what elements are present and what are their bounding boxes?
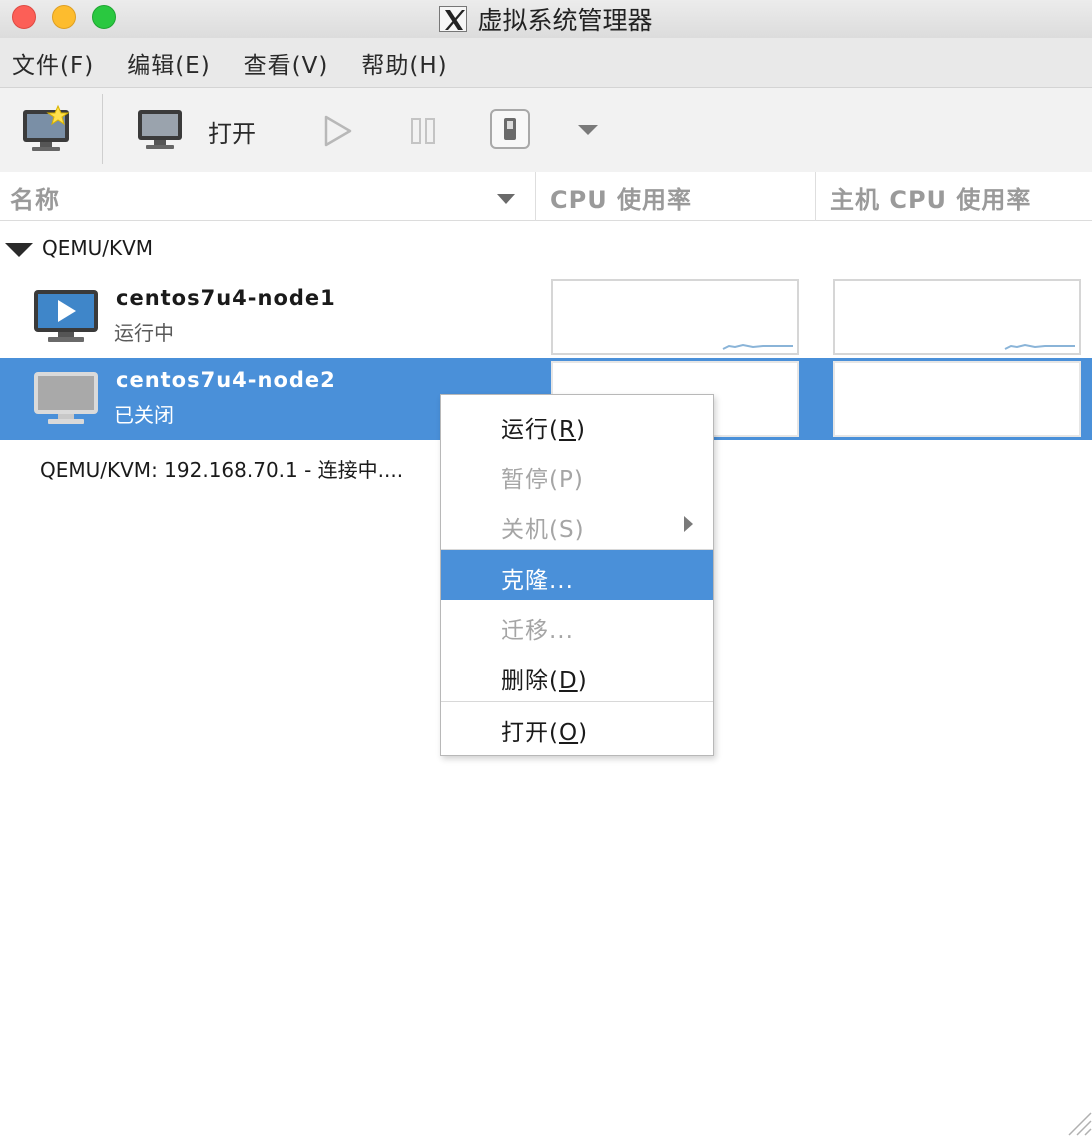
menu-item-migrate-label: 迁移... [501,618,574,644]
menu-item-shutdown[interactable]: 关机(S) [441,499,713,549]
vm-name: centos7u4-node2 [116,368,336,392]
menu-item-run[interactable]: 运行(R) [441,399,713,449]
run-button[interactable] [320,114,354,152]
menu-help[interactable]: 帮助(H) [361,46,447,80]
running-vm-icon [32,288,100,348]
menu-item-pause-mnemonic: P [558,467,574,493]
menu-item-open-label: 打开( [501,720,559,746]
menu-bar: 文件(F) 编辑(E) 查看(V) 帮助(H) [0,38,1092,88]
menu-item-shutdown-suffix: ) [574,517,585,543]
submenu-arrow-icon [684,516,693,532]
resize-grip-icon[interactable] [1064,1108,1092,1136]
menu-edit[interactable]: 编辑(E) [127,46,210,80]
menu-view[interactable]: 查看(V) [244,46,329,80]
expand-triangle-icon[interactable] [4,242,34,262]
group-label: QEMU/KVM [42,236,154,260]
play-icon [324,115,352,147]
menu-item-clone[interactable]: 克隆... [441,550,713,600]
column-separator[interactable] [535,172,536,221]
vm-name: centos7u4-node1 [116,286,336,310]
vm-status: 运行中 [114,321,174,345]
host-cpu-usage-graph [833,361,1081,437]
power-icon [490,109,530,149]
chevron-down-icon [578,125,598,135]
title-bar[interactable]: 虚拟系统管理器 [0,0,1092,38]
context-menu: 运行(R) 暂停(P) 关机(S) 克隆... 迁移... 删除(D) 打开(O… [440,394,714,756]
column-header: 名称 CPU 使用率 主机 CPU 使用率 [0,172,1092,221]
connection-status[interactable]: QEMU/KVM: 192.168.70.1 - 连接中.... [40,454,403,483]
shutdown-dropdown-button[interactable] [576,122,600,141]
column-name-header[interactable]: 名称 [10,180,60,215]
app-window: 虚拟系统管理器 文件(F) 编辑(E) 查看(V) 帮助(H) 打开 名称 CP… [0,0,1092,1136]
menu-item-delete-label: 删除( [501,668,559,694]
menu-item-open-suffix: ) [578,720,589,746]
menu-item-run-mnemonic: R [558,417,576,443]
menu-item-run-label: 运行( [501,417,559,443]
menu-item-open[interactable]: 打开(O) [441,702,713,752]
stopped-vm-icon [32,370,100,430]
menu-item-pause-suffix: ) [573,467,584,493]
title-wrap: 虚拟系统管理器 [0,0,1092,38]
menu-item-migrate[interactable]: 迁移... [441,600,713,650]
pause-icon [411,118,435,144]
menu-item-pause-label: 暂停( [501,467,559,493]
vm-row[interactable]: centos7u4-node1 运行中 [0,276,1092,358]
menu-item-shutdown-mnemonic: S [558,517,575,543]
pause-button[interactable] [408,116,440,150]
column-host-cpu-header[interactable]: 主机 CPU 使用率 [830,180,1031,215]
sort-arrow-icon[interactable] [496,190,516,209]
vm-status: 已关闭 [114,403,174,427]
cpu-usage-graph [551,279,799,355]
menu-item-delete-suffix: ) [577,668,588,694]
menu-item-clone-label: 克隆... [501,568,574,594]
x11-logo-icon [439,6,468,32]
new-vm-icon [23,104,70,151]
open-button-label[interactable]: 打开 [208,114,256,149]
open-button[interactable] [136,108,186,156]
connection-group-row[interactable]: QEMU/KVM [0,228,1092,268]
shutdown-button[interactable] [489,108,531,154]
menu-item-run-suffix: ) [575,417,586,443]
menu-item-delete[interactable]: 删除(D) [441,650,713,700]
menu-item-open-mnemonic: O [558,720,579,746]
new-vm-button[interactable] [20,104,76,158]
menu-item-delete-mnemonic: D [558,668,578,694]
menu-file[interactable]: 文件(F) [12,46,94,80]
column-separator[interactable] [815,172,816,221]
monitor-icon [138,110,182,149]
host-cpu-usage-graph [833,279,1081,355]
window-title: 虚拟系统管理器 [477,6,653,35]
toolbar: 打开 [0,88,1092,172]
menu-item-pause[interactable]: 暂停(P) [441,449,713,499]
column-cpu-header[interactable]: CPU 使用率 [550,180,692,215]
menu-item-shutdown-label: 关机( [501,517,559,543]
toolbar-separator [102,94,103,164]
